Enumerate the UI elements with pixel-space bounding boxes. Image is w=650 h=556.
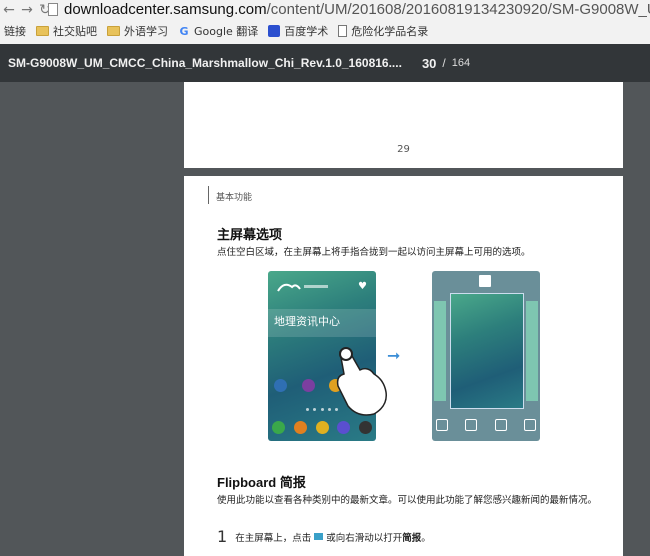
hand-pinch-icon bbox=[336, 347, 387, 416]
weather-widget-icon bbox=[277, 283, 328, 292]
home-page-preview bbox=[450, 293, 524, 409]
address-bar[interactable]: downloadcenter.samsung.com/content/UM/20… bbox=[64, 1, 650, 18]
bookmark-label: 社交贴吧 bbox=[53, 25, 97, 38]
app-icon bbox=[301, 379, 315, 392]
browser-chrome: ← → ↻ downloadcenter.samsung.com/content… bbox=[0, 0, 650, 44]
step-1: 1 在主屏幕上，点击 或向右滑动以打开 简报 。 bbox=[217, 527, 431, 546]
apps-grid-icon bbox=[359, 421, 372, 434]
phone-app-icon bbox=[272, 421, 285, 434]
folder-icon bbox=[107, 26, 120, 36]
heading-flipboard: Flipboard 简报 bbox=[217, 475, 306, 490]
bookmark-label: Google 翻译 bbox=[194, 25, 259, 38]
step-text-a: 在主屏幕上，点击 bbox=[235, 532, 312, 544]
page-footer-number: 29 bbox=[397, 144, 410, 155]
baidu-paw-icon bbox=[268, 25, 281, 37]
side-page-preview bbox=[526, 301, 538, 401]
bookmark-label: 危险化学品名录 bbox=[351, 25, 429, 38]
bookmark-baidu-scholar[interactable]: 百度学术 bbox=[268, 23, 328, 39]
arrow-right-icon: ➞ bbox=[387, 346, 401, 365]
side-page-preview bbox=[434, 301, 446, 401]
paragraph-home-options: 点住空白区域，在主屏幕上将手指合拢到一起以访问主屏幕上可用的选项。 bbox=[217, 247, 531, 258]
browser-app-icon bbox=[337, 421, 351, 434]
pdf-page-previous: 29 bbox=[184, 82, 623, 168]
pdf-page-current: 基本功能 主屏幕选项 点住空白区域，在主屏幕上将手指合拢到一起以访问主屏幕上可用… bbox=[184, 176, 623, 556]
step-text-b: 或向右滑动以打开 bbox=[326, 532, 403, 544]
bookmark-label: 外语学习 bbox=[124, 25, 168, 38]
bookmark-label: 百度学术 bbox=[284, 25, 329, 38]
page-icon bbox=[48, 3, 58, 16]
url-path: /content/UM/201608/20160819134230920/SM-… bbox=[266, 1, 650, 18]
folder-icon bbox=[36, 26, 49, 36]
back-icon[interactable]: ← bbox=[0, 1, 18, 19]
bookmark-label: 链接 bbox=[4, 25, 26, 38]
settings-icon bbox=[494, 419, 507, 431]
section-label: 基本功能 bbox=[216, 193, 253, 203]
contacts-app-icon bbox=[293, 421, 307, 434]
trash-icon bbox=[479, 275, 491, 287]
step-text-end: 。 bbox=[421, 532, 431, 544]
paragraph-flipboard: 使用此功能以查看各种类别中的最新文章。可以使用此功能了解您感兴趣新闻的最新情况。 bbox=[217, 495, 598, 506]
briefing-icon bbox=[314, 533, 324, 540]
pdf-viewer[interactable]: 29 基本功能 主屏幕选项 点住空白区域，在主屏幕上将手指合拢到一起以访问主屏幕… bbox=[0, 82, 650, 556]
bookmark-chemicals[interactable]: 危险化学品名录 bbox=[338, 23, 428, 39]
edit-options-row bbox=[436, 419, 536, 431]
bookmark-google-translate[interactable]: G Google 翻译 bbox=[178, 23, 258, 39]
document-title: SM-G9008W_UM_CMCC_China_Marshmallow_Chi_… bbox=[8, 56, 402, 70]
page-number-input[interactable]: 30 bbox=[422, 56, 436, 71]
bookmark-social[interactable]: 社交贴吧 bbox=[36, 23, 97, 39]
bookmark-links[interactable]: 链接 bbox=[4, 23, 26, 39]
section-divider bbox=[208, 186, 209, 204]
step-text-bold: 简报 bbox=[402, 532, 422, 544]
google-icon: G bbox=[179, 24, 189, 38]
forward-icon[interactable]: → bbox=[18, 1, 36, 19]
widgets-icon bbox=[465, 419, 478, 431]
dock-icons-row bbox=[272, 421, 372, 434]
phone-banner: 地理资讯中心 bbox=[268, 309, 376, 337]
themes-icon bbox=[523, 419, 536, 431]
address-bar-row: ← → ↻ downloadcenter.samsung.com/content… bbox=[0, 0, 650, 20]
bookmarks-bar: 链接 社交贴吧 外语学习 G Google 翻译 百度学术 危险化学品名录 bbox=[0, 21, 650, 41]
url-host: downloadcenter.samsung.com bbox=[64, 1, 267, 18]
app-icon bbox=[274, 379, 287, 392]
step-number: 1 bbox=[217, 527, 228, 546]
heart-icon: ♥ bbox=[358, 281, 367, 292]
wallpaper-icon bbox=[436, 419, 448, 431]
document-icon bbox=[338, 25, 348, 37]
heading-home-options: 主屏幕选项 bbox=[217, 228, 283, 243]
pdf-toolbar: SM-G9008W_UM_CMCC_China_Marshmallow_Chi_… bbox=[0, 44, 650, 82]
messages-app-icon bbox=[315, 421, 329, 434]
page-total: 164 bbox=[451, 57, 471, 69]
page-separator: / bbox=[442, 56, 446, 70]
bookmark-language[interactable]: 外语学习 bbox=[107, 23, 168, 39]
phone-screenshot-edit bbox=[432, 271, 540, 441]
